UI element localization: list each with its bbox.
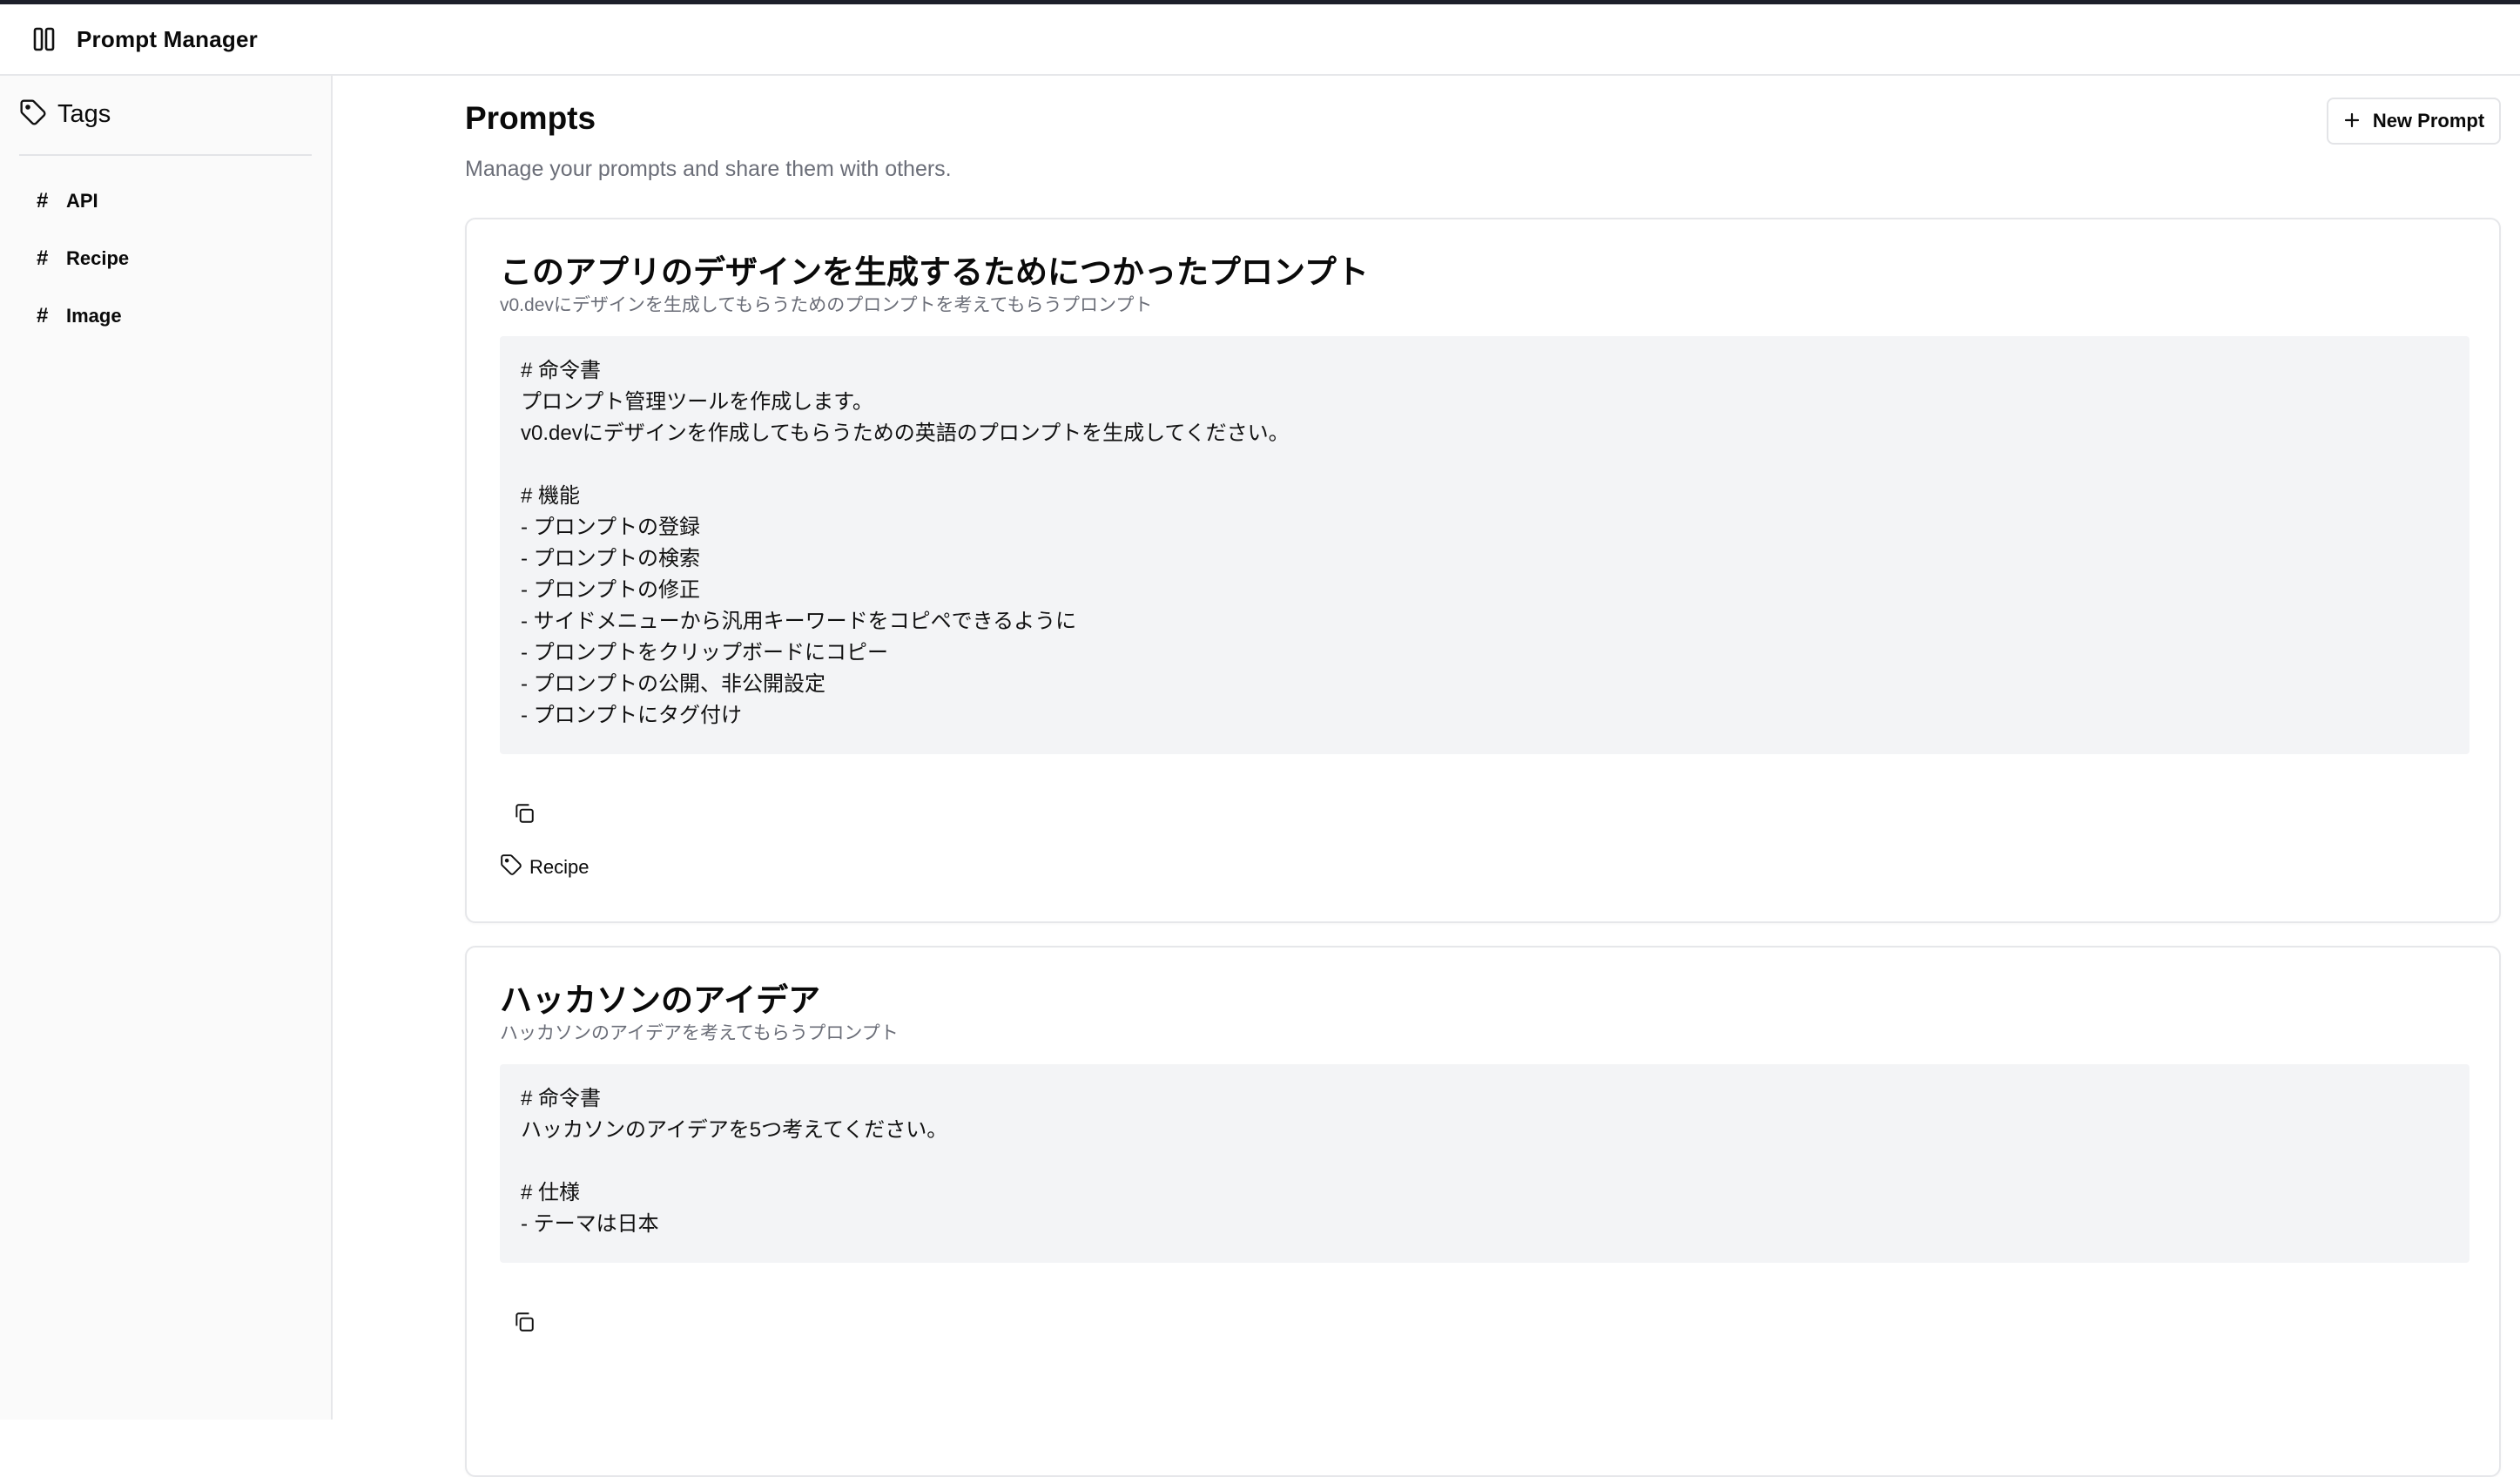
tags-heading: Tags — [19, 98, 111, 131]
sidebar-item-api[interactable]: # API — [19, 179, 312, 224]
tag-icon — [19, 98, 47, 131]
tags-sidebar: Tags # API # Recipe # Image — [0, 76, 333, 1420]
prompt-description: ハッカソンのアイデアを考えてもらうプロンプト — [500, 1023, 899, 1043]
prompt-tag-recipe[interactable]: Recipe — [500, 853, 589, 880]
prompt-description: v0.devにデザインを生成してもらうためのプロンプトを考えてもらうプロンプト — [500, 295, 1153, 315]
page-subtitle: Manage your prompts and share them with … — [465, 157, 952, 181]
page-title: Prompts — [465, 100, 596, 136]
copy-button[interactable] — [507, 798, 542, 833]
prompt-body: # 命令書 ハッカソンのアイデアを5つ考えてください。 # 仕様 - テーマは日… — [500, 1064, 2469, 1263]
sidebar-item-label: Recipe — [66, 247, 130, 269]
tags-heading-label: Tags — [57, 100, 111, 128]
hash-icon: # — [37, 189, 49, 212]
prompt-card: ハッカソンのアイデア ハッカソンのアイデアを考えてもらうプロンプト # 命令書 … — [465, 946, 2501, 1477]
hash-icon: # — [37, 304, 49, 327]
copy-icon — [513, 802, 536, 829]
prompt-title: このアプリのデザインを生成するためにつかったプロンプト — [500, 254, 1369, 290]
prompt-body: # 命令書 プロンプト管理ツールを作成します。 v0.devにデザインを作成して… — [500, 336, 2469, 754]
sidebar-item-recipe[interactable]: # Recipe — [19, 236, 312, 281]
copy-button[interactable] — [507, 1306, 542, 1341]
app-header: Prompt Manager — [0, 4, 2520, 76]
sidebar-divider — [19, 154, 312, 156]
sidebar-toggle-icon[interactable] — [33, 26, 59, 52]
sidebar-item-image[interactable]: # Image — [19, 293, 312, 339]
hash-icon: # — [37, 246, 49, 270]
prompt-card: このアプリのデザインを生成するためにつかったプロンプト v0.devにデザインを… — [465, 218, 2501, 923]
new-prompt-button[interactable]: New Prompt — [2327, 98, 2501, 145]
tag-icon — [500, 853, 522, 880]
prompt-title: ハッカソンのアイデア — [500, 982, 821, 1018]
app-title: Prompt Manager — [77, 25, 258, 52]
sidebar-item-label: Image — [66, 305, 122, 327]
new-prompt-label: New Prompt — [2372, 110, 2485, 132]
prompt-tag-label: Recipe — [529, 855, 590, 878]
copy-icon — [513, 1311, 536, 1338]
plus-icon — [2343, 108, 2361, 134]
sidebar-item-label: API — [66, 190, 98, 212]
